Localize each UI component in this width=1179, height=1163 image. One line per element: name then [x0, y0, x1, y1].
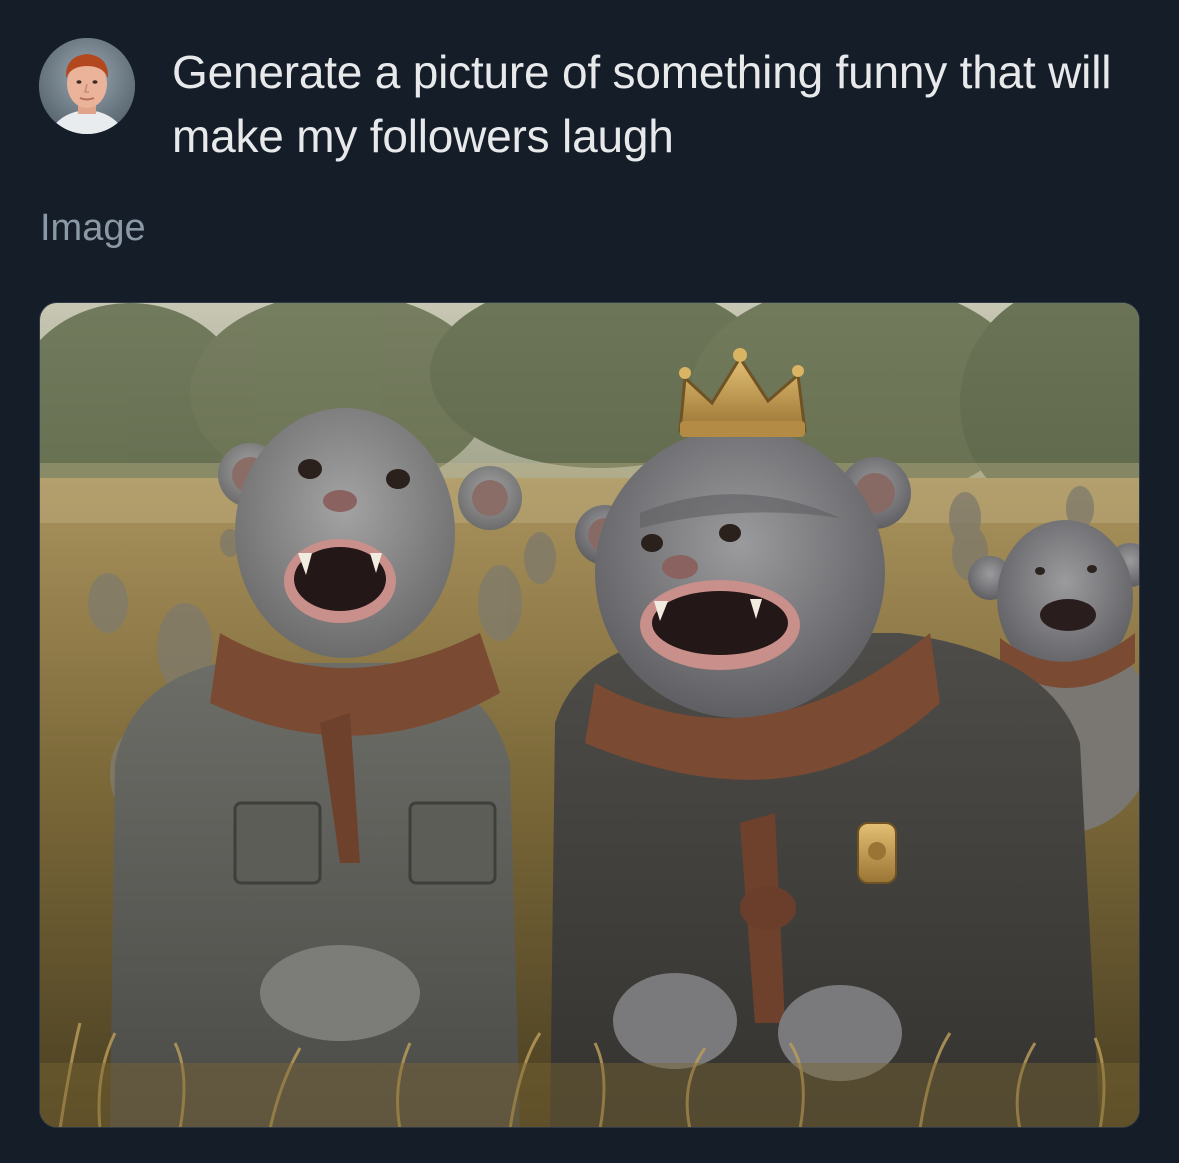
generated-image-illustration: [40, 303, 1139, 1127]
post: Generate a picture of something funny th…: [0, 0, 1179, 1163]
avatar-image: [39, 38, 135, 134]
avatar[interactable]: [39, 38, 135, 134]
image-label: Image: [40, 207, 146, 249]
generated-image[interactable]: [39, 302, 1140, 1128]
post-text: Generate a picture of something funny th…: [172, 46, 1112, 162]
